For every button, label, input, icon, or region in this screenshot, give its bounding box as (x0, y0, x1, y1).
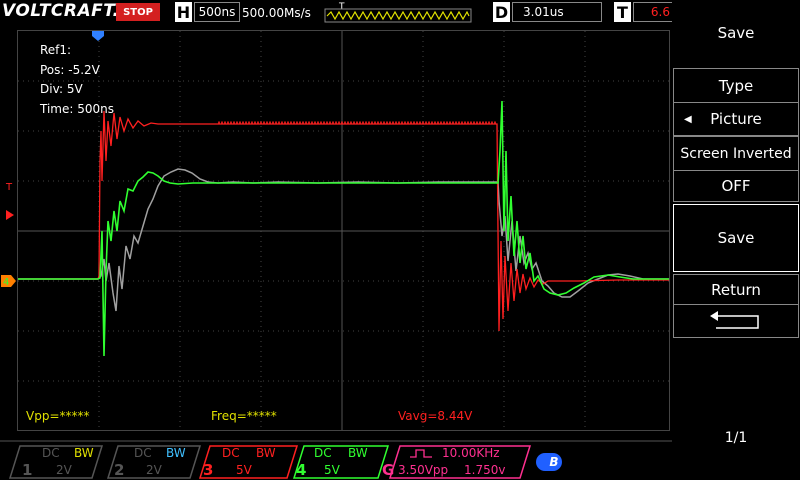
square-wave-icon (410, 449, 432, 458)
brand-logo: VOLTCRAFT. (2, 1, 120, 21)
ref-position: Pos: -5.2V (40, 63, 100, 77)
trigger-position-indicator: T (324, 1, 472, 23)
measurement-freq: Freq=***** (211, 409, 277, 423)
type-selector[interactable]: ◀ Picture (673, 102, 799, 136)
channel4-ground-marker[interactable]: 4 (0, 273, 17, 288)
run-stop-badge[interactable]: STOP (116, 3, 160, 21)
trigger-pos-marker: T (338, 2, 345, 12)
top-status-bar: VOLTCRAFT. STOP H 500ns 500.00Ms/s T D 3… (0, 0, 672, 26)
page-indicator: 1/1 (724, 430, 748, 446)
trigger-time-marker[interactable] (91, 30, 105, 42)
ref-division: Div: 5V (40, 82, 83, 96)
delay-value[interactable]: 3.01us (512, 2, 602, 22)
ch4-waveform (18, 100, 669, 357)
return-button[interactable] (673, 304, 799, 338)
trigger-level-key: T (614, 2, 631, 22)
type-value: Picture (710, 110, 762, 128)
save-button[interactable]: Save (673, 204, 799, 272)
return-label: Return (673, 274, 799, 304)
ref-name: Ref1: (40, 43, 72, 57)
type-label: Type (673, 68, 799, 102)
trigger-level-marker[interactable]: T (4, 178, 16, 220)
sample-rate: 500.00Ms/s (242, 6, 311, 20)
timebase-key: H (175, 2, 192, 22)
measurement-vpp: Vpp=***** (26, 409, 90, 423)
svg-text:4: 4 (3, 277, 9, 288)
delay-key: D (493, 2, 510, 22)
channel-3-status[interactable]: 3 DC BW 5V (198, 445, 294, 479)
channel-status-bar: 1 DC BW 2V 2 DC BW 2V 3 DC BW 5V 4 DC BW… (0, 438, 672, 480)
waveform-display[interactable]: Ref1: Pos: -5.2V Div: 5V Time: 500ns Vpp… (17, 30, 670, 431)
channel-2-status[interactable]: 2 DC BW 2V (110, 445, 194, 479)
save-menu-panel: Save Type ◀ Picture Screen Inverted OFF … (672, 0, 800, 480)
bluetooth-icon[interactable]: B (545, 453, 563, 471)
svg-text:T: T (5, 182, 13, 193)
timebase-value[interactable]: 500ns (194, 2, 240, 22)
screen-inverted-value[interactable]: OFF (673, 170, 799, 202)
trigger-level-value[interactable]: 6.6 (633, 2, 672, 22)
channel-1-status[interactable]: 1 DC BW 2V (18, 445, 102, 479)
waveform-canvas (18, 31, 669, 430)
menu-title: Save (717, 24, 755, 42)
grid-center-axes (18, 31, 669, 430)
left-arrow-icon: ◀ (684, 113, 692, 125)
measurement-vavg: Vavg=8.44V (398, 409, 473, 423)
channel-4-status[interactable]: 4 DC BW 5V (292, 445, 386, 479)
generator-status[interactable]: G 10.00KHz 3.50Vpp 1.750v (382, 445, 530, 479)
screen-inverted-label: Screen Inverted (673, 136, 799, 170)
return-arrow-icon (710, 311, 759, 329)
ref-time: Time: 500ns (40, 102, 114, 116)
